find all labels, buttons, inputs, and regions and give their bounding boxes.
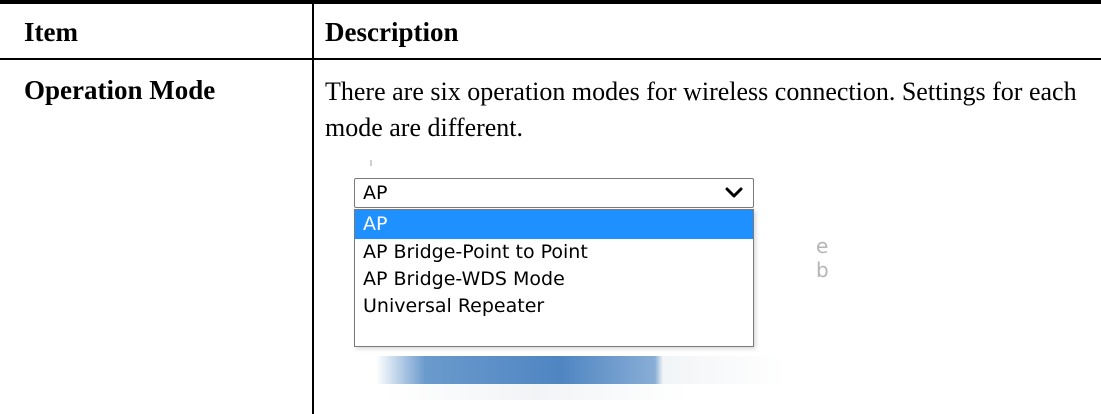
option-ap[interactable]: AP	[355, 210, 753, 239]
decorative-tick	[370, 160, 372, 166]
table-column-divider	[312, 4, 314, 414]
blurred-blue-bar	[376, 356, 786, 384]
chevron-down-icon	[725, 187, 743, 198]
row-description-text: There are six operation modes for wirele…	[325, 77, 1077, 142]
operation-mode-options: AP AP Bridge-Point to Point AP Bridge-WD…	[354, 209, 754, 347]
header-item: Item	[24, 17, 78, 47]
select-current-value: AP	[363, 182, 388, 204]
operation-mode-select[interactable]: AP	[354, 178, 754, 208]
background-ghost-text: e	[816, 234, 829, 258]
option-universal-repeater[interactable]: Universal Repeater	[355, 293, 753, 320]
table-header-rule	[0, 58, 1101, 60]
row-item-operation-mode: Operation Mode	[24, 75, 216, 105]
table-top-rule	[0, 0, 1101, 4]
dropdown-screenshot: AP AP AP Bridge-Point to Point AP Bridge…	[326, 148, 829, 408]
blurred-bar-shadow	[386, 384, 686, 400]
header-description: Description	[325, 17, 459, 47]
option-ap-bridge-point-to-point[interactable]: AP Bridge-Point to Point	[355, 239, 753, 266]
option-ap-bridge-wds-mode[interactable]: AP Bridge-WDS Mode	[355, 266, 753, 293]
background-ghost-text: b	[816, 258, 829, 282]
description-table: Item Description Operation Mode There ar…	[0, 0, 1101, 414]
